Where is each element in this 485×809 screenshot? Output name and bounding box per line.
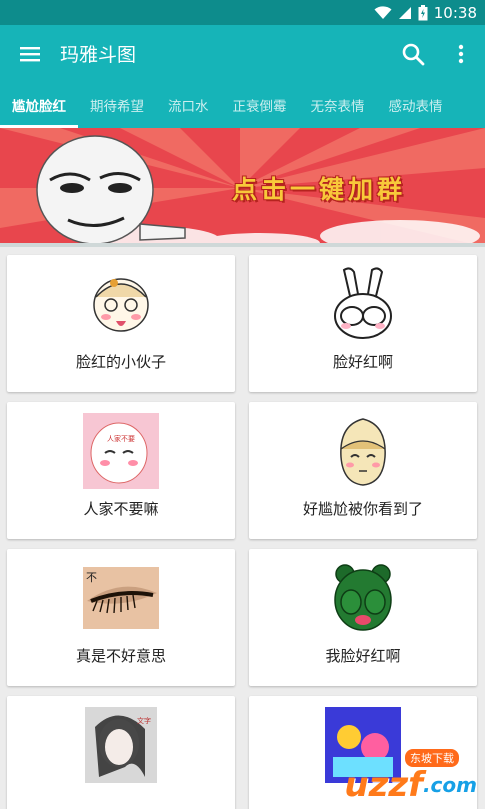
green-bear-icon — [324, 559, 402, 637]
join-group-banner[interactable]: 点击一键加群 — [0, 128, 485, 247]
app-bar: 玛雅斗图 — [0, 25, 485, 82]
status-time: 10:38 — [433, 3, 477, 22]
sticker-caption: 脸好红啊 — [332, 353, 393, 371]
svg-text:不: 不 — [86, 571, 97, 584]
sticker-caption: 脸红的小伙子 — [75, 353, 166, 371]
sticker-caption: 人家不要嘛 — [83, 500, 159, 518]
watermark-domain: .com — [422, 773, 477, 797]
embarrassed-bean-icon — [324, 412, 402, 490]
sticker-card[interactable]: 文字 — [7, 696, 235, 809]
tab-touched[interactable]: 感动表情 — [377, 82, 455, 128]
tab-hope[interactable]: 期待希望 — [78, 82, 156, 128]
wifi-icon — [374, 5, 392, 20]
status-bar: 10:38 — [0, 0, 485, 25]
sticker-card[interactable]: 好尴尬被你看到了 — [249, 402, 477, 539]
sticker-card[interactable]: 人家不要 人家不要嘛 — [7, 402, 235, 539]
app-title: 玛雅斗图 — [60, 44, 137, 66]
sticker-card[interactable]: 不 真是不好意思 — [7, 549, 235, 686]
watermark-tag: 东坡下载 — [405, 749, 459, 767]
search-icon[interactable] — [389, 25, 437, 82]
rabbit-covering-face-icon — [324, 265, 402, 343]
svg-text:文字: 文字 — [137, 716, 151, 725]
sticker-caption: 真是不好意思 — [75, 647, 166, 665]
sticker-caption: 我脸好红啊 — [325, 647, 401, 665]
signal-icon — [398, 6, 412, 20]
tab-drool[interactable]: 流口水 — [156, 82, 221, 128]
banner-text: 点击一键加群 — [232, 175, 407, 204]
blushing-boy-icon — [82, 265, 160, 343]
sticker-caption: 好尴尬被你看到了 — [302, 500, 423, 518]
svg-text:人家不要: 人家不要 — [107, 434, 135, 443]
more-options-icon[interactable] — [437, 25, 485, 82]
battery-icon — [418, 4, 428, 21]
eyelash-closeup-icon: 不 — [82, 559, 160, 637]
sticker-card[interactable]: 脸红的小伙子 — [7, 255, 235, 392]
category-tabs: 尴尬脸红 期待希望 流口水 正衰倒霉 无奈表情 感动表情 — [0, 82, 485, 128]
sticker-grid: 脸红的小伙子 脸好红啊 人家不要 人家不要嘛 好尴尬被你看到了 不 真是不好意思… — [0, 247, 485, 809]
tab-helpless[interactable]: 无奈表情 — [299, 82, 377, 128]
watermark-brand: uzzf — [344, 765, 423, 805]
menu-icon[interactable] — [0, 25, 60, 82]
tab-bad-luck[interactable]: 正衰倒霉 — [221, 82, 299, 128]
tab-awkward-blush[interactable]: 尴尬脸红 — [0, 82, 78, 128]
sticker-card[interactable]: 我脸好红啊 — [249, 549, 477, 686]
sticker-card[interactable]: 脸好红啊 — [249, 255, 477, 392]
photo-girl-icon: 文字 — [82, 706, 160, 784]
site-watermark: 东坡下载 uzzf .com — [344, 749, 477, 805]
shy-bun-icon: 人家不要 — [82, 412, 160, 490]
